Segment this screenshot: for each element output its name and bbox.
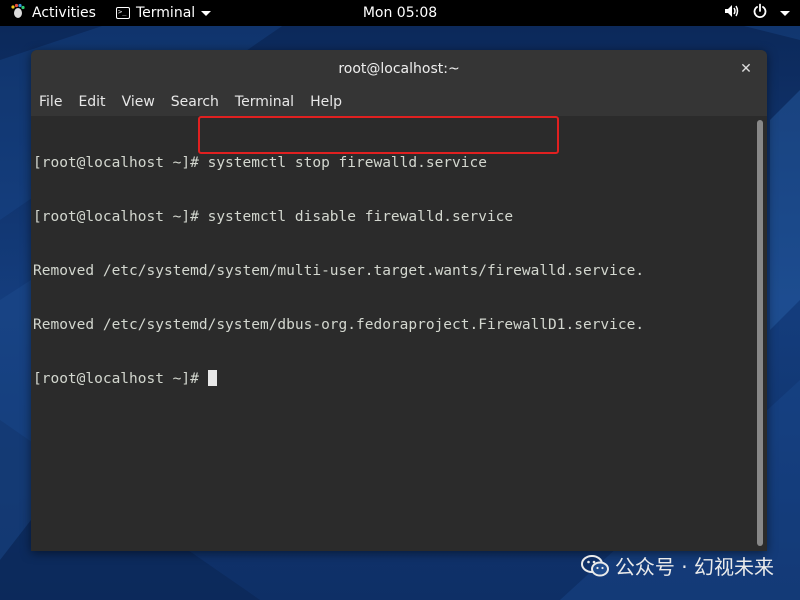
terminal-text: [root@localhost ~]# systemctl stop firew… [33, 118, 644, 424]
text-cursor [207, 370, 217, 386]
scrollbar-thumb[interactable] [757, 120, 763, 546]
terminal-line: [root@localhost ~]# systemctl disable fi… [33, 209, 514, 225]
terminal-prompt: [root@localhost ~]# [33, 371, 208, 387]
terminal-window: root@localhost:~ ✕ File Edit View Search… [31, 50, 767, 551]
chevron-down-icon [201, 10, 212, 16]
close-icon[interactable]: ✕ [737, 60, 755, 78]
terminal-prompt-line: [root@localhost ~]# [33, 370, 644, 388]
app-menu-label: Terminal [136, 5, 196, 21]
watermark-text: 公众号 · 幻视未来 [614, 555, 774, 579]
clock[interactable]: Mon 05:08 [363, 5, 437, 21]
terminal-icon: >_ [116, 7, 130, 19]
status-menu[interactable] [724, 0, 790, 26]
watermark: 公众号 · 幻视未来 [580, 551, 774, 580]
menu-search[interactable]: Search [163, 88, 227, 116]
chevron-down-icon [780, 10, 790, 16]
menu-bar: File Edit View Search Terminal Help [31, 88, 767, 116]
command-highlight-box [198, 116, 559, 154]
app-menu-button[interactable]: >_ Terminal [116, 0, 212, 26]
terminal-line: Removed /etc/systemd/system/dbus-org.fed… [33, 317, 645, 333]
activities-button[interactable]: Activities [10, 0, 96, 26]
menu-view[interactable]: View [114, 88, 163, 116]
menu-edit[interactable]: Edit [70, 88, 113, 116]
window-titlebar[interactable]: root@localhost:~ ✕ [31, 50, 767, 89]
terminal-output[interactable]: [root@localhost ~]# systemctl stop firew… [31, 116, 767, 551]
volume-icon [724, 3, 740, 23]
menu-terminal[interactable]: Terminal [227, 88, 302, 116]
gnome-foot-icon [10, 3, 26, 23]
terminal-line: [root@localhost ~]# systemctl stop firew… [33, 155, 487, 171]
top-bar: Activities >_ Terminal Mon 05:08 [0, 0, 800, 26]
scrollbar[interactable] [753, 116, 767, 551]
activities-label: Activities [32, 5, 96, 21]
menu-help[interactable]: Help [302, 88, 350, 116]
menu-file[interactable]: File [31, 88, 70, 116]
power-icon [752, 3, 768, 23]
window-title: root@localhost:~ [338, 61, 460, 77]
wechat-logo-icon [580, 554, 609, 578]
terminal-line: Removed /etc/systemd/system/multi-user.t… [33, 263, 645, 279]
